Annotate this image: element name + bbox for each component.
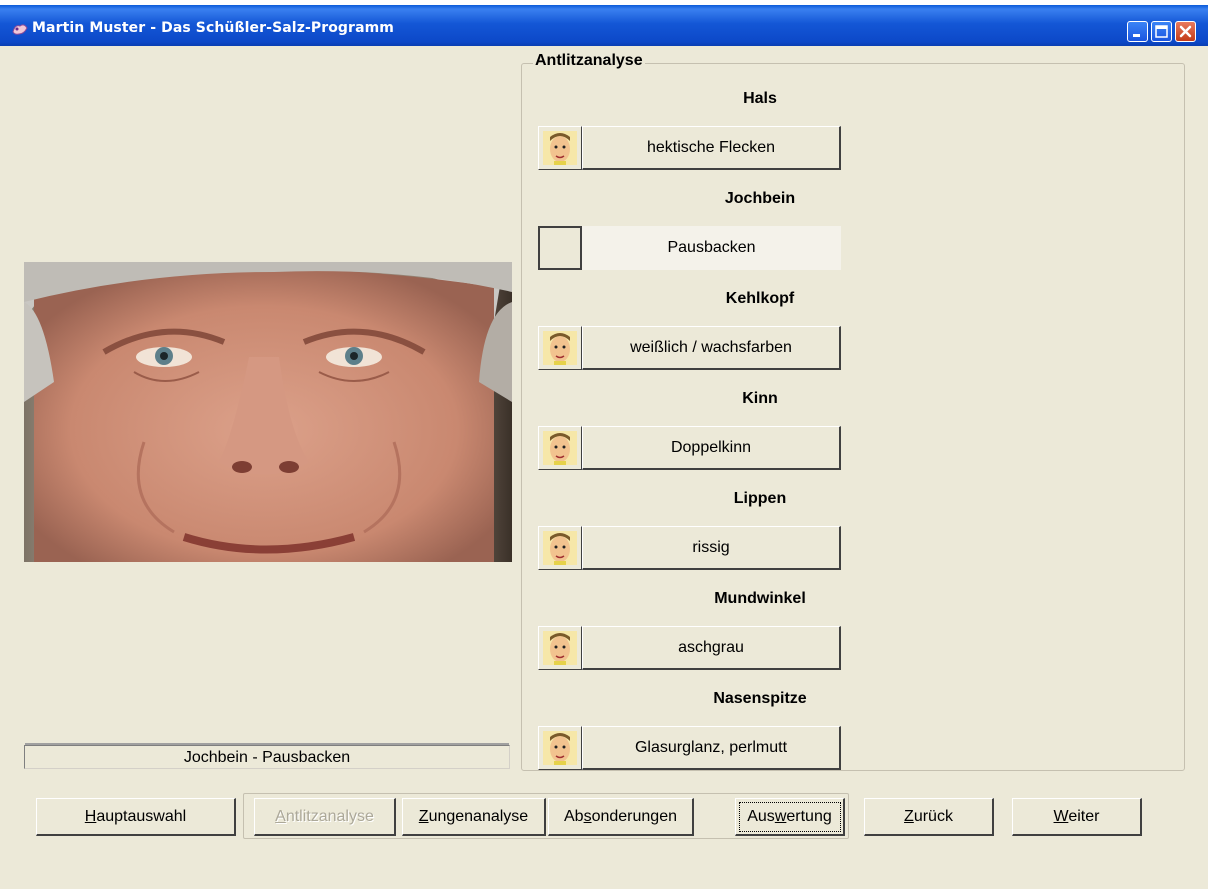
face-thumbnail[interactable] (538, 626, 582, 670)
absonderungen-button[interactable]: Absonderungen (548, 798, 694, 836)
category-mundwinkel: Mundwinkel (714, 590, 806, 607)
option-doppelkinn[interactable]: Doppelkinn (538, 426, 841, 470)
close-icon (1179, 25, 1192, 38)
option-label[interactable]: Glasurglanz, perlmutt (582, 726, 841, 770)
category-hals: Hals (743, 90, 777, 107)
option-label[interactable]: Doppelkinn (582, 426, 841, 470)
option-glasurglanz-perlmutt[interactable]: Glasurglanz, perlmutt (538, 726, 841, 770)
groupbox-title: Antlitzanalyse (533, 52, 645, 70)
category-nasenspitze: Nasenspitze (713, 690, 807, 707)
face-icon (543, 631, 577, 665)
option-pausbacken[interactable]: Pausbacken (538, 226, 841, 270)
app-icon (12, 22, 28, 36)
window-title: Martin Muster - Das Schüßler-Salz-Progra… (32, 20, 394, 36)
face-thumbnail[interactable] (538, 726, 582, 770)
face-thumbnail[interactable] (538, 526, 582, 570)
face-thumbnail[interactable] (538, 126, 582, 170)
maximize-button[interactable] (1151, 21, 1172, 42)
close-button[interactable] (1175, 21, 1196, 42)
category-kehlkopf: Kehlkopf (725, 290, 795, 307)
face-icon (543, 531, 577, 565)
option-hektische-flecken[interactable]: hektische Flecken (538, 126, 841, 170)
face-icon (543, 131, 577, 165)
option-label[interactable]: Pausbacken (582, 226, 841, 270)
weiter-button[interactable]: Weiter (1012, 798, 1142, 836)
minimize-button[interactable] (1127, 21, 1148, 42)
face-thumbnail-empty[interactable] (538, 226, 582, 270)
face-icon (543, 431, 577, 465)
hauptauswahl-button[interactable]: Hauptauswahl (36, 798, 236, 836)
photo-caption: Jochbein - Pausbacken (24, 743, 510, 769)
maximize-icon (1155, 25, 1168, 38)
option-label[interactable]: rissig (582, 526, 841, 570)
category-jochbein: Jochbein (724, 190, 796, 207)
option-label[interactable]: aschgrau (582, 626, 841, 670)
option-label[interactable]: hektische Flecken (582, 126, 841, 170)
zurueck-button[interactable]: Zurück (864, 798, 994, 836)
face-photo (24, 262, 512, 562)
face-thumbnail[interactable] (538, 326, 582, 370)
option-rissig[interactable]: rissig (538, 526, 841, 570)
client-area: Jochbein - Pausbacken Antlitzanalyse Hal… (0, 46, 1208, 889)
option-aschgrau[interactable]: aschgrau (538, 626, 841, 670)
category-lippen: Lippen (733, 490, 787, 507)
zungenanalyse-button[interactable]: Zungenanalyse (402, 798, 546, 836)
option-label[interactable]: weißlich / wachsfarben (582, 326, 841, 370)
face-icon (543, 731, 577, 765)
category-kinn: Kinn (742, 390, 778, 407)
option-weisslich-wachsfarben[interactable]: weißlich / wachsfarben (538, 326, 841, 370)
title-bar[interactable]: Martin Muster - Das Schüßler-Salz-Progra… (0, 0, 1208, 46)
auswertung-button[interactable]: Auswertung (735, 798, 845, 836)
face-thumbnail[interactable] (538, 426, 582, 470)
minimize-icon (1133, 34, 1140, 37)
face-icon (543, 331, 577, 365)
antlitzanalyse-button[interactable]: Antlitzanalyse (254, 798, 396, 836)
